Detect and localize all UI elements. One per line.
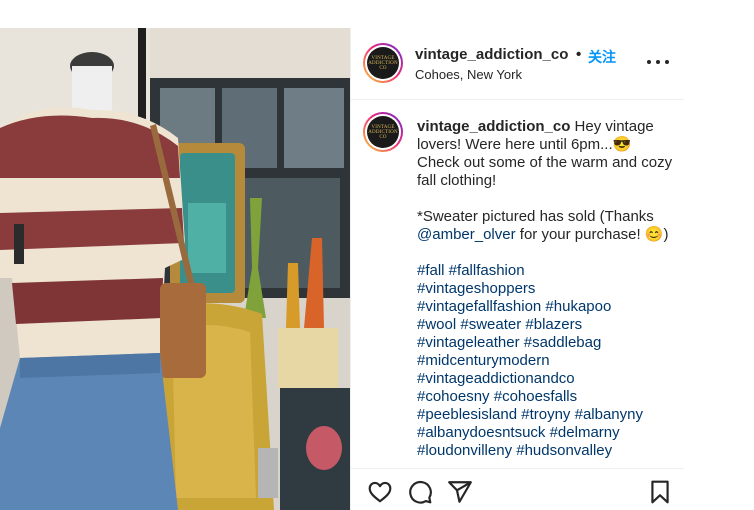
heart-icon[interactable]: [367, 479, 393, 505]
send-icon[interactable]: [447, 479, 473, 505]
post-username[interactable]: vintage_addiction_co: [415, 46, 568, 63]
comment-icon[interactable]: [407, 479, 433, 505]
post-side-panel: VINTAGE ADDICTION CO vintage_addiction_c…: [350, 28, 685, 510]
caption-line2-prefix: *Sweater pictured has sold (Thanks: [417, 208, 654, 225]
hashtag-line[interactable]: #fall #fallfashion: [417, 262, 675, 280]
post-photo-image: [0, 28, 350, 510]
mention-link[interactable]: @amber_olver: [417, 226, 516, 243]
post-photo[interactable]: [0, 28, 350, 510]
follow-button[interactable]: 关注: [588, 47, 616, 67]
avatar-logo: VINTAGE ADDICTION CO: [367, 116, 399, 148]
more-dot: [647, 60, 651, 64]
caption-area: VINTAGE ADDICTION CO vintage_addiction_c…: [351, 100, 685, 468]
caption-avatar[interactable]: VINTAGE ADDICTION CO: [363, 112, 403, 152]
hashtag-line[interactable]: #midcenturymodern: [417, 352, 675, 370]
more-dot: [665, 60, 669, 64]
bookmark-icon[interactable]: [647, 479, 673, 505]
more-dot: [656, 60, 660, 64]
avatar-logo-text: VINTAGE ADDICTION CO: [368, 124, 398, 140]
instagram-post-view: VINTAGE ADDICTION CO vintage_addiction_c…: [0, 0, 754, 510]
separator-dot: •: [576, 46, 582, 63]
caption-username[interactable]: vintage_addiction_co: [417, 118, 570, 135]
caption-gap: [417, 190, 675, 208]
more-icon[interactable]: [647, 52, 669, 72]
avatar-ring: VINTAGE ADDICTION CO: [365, 114, 401, 150]
caption-gap: [417, 244, 675, 262]
hashtag-line[interactable]: #albanydoesntsuck #delmarny: [417, 424, 675, 442]
hashtag-line[interactable]: #loudonvilleny #hudsonvalley: [417, 442, 675, 460]
hashtag-line[interactable]: #peeblesisland #troyny #albanyny: [417, 406, 675, 424]
avatar[interactable]: VINTAGE ADDICTION CO: [363, 43, 403, 83]
caption-second-paragraph: *Sweater pictured has sold (Thanks @ambe…: [417, 208, 675, 244]
top-strip: [0, 0, 754, 28]
post-header: VINTAGE ADDICTION CO vintage_addiction_c…: [351, 28, 685, 100]
hashtag-line[interactable]: #vintagefallfashion #hukapoo: [417, 298, 675, 316]
hashtag-line[interactable]: #vintageshoppers: [417, 280, 675, 298]
hashtag-line[interactable]: #vintageleather #saddlebag: [417, 334, 675, 352]
hashtag-list: #fall #fallfashion #vintageshoppers #vin…: [417, 262, 675, 460]
avatar-logo: VINTAGE ADDICTION CO: [367, 47, 399, 79]
hashtag-line[interactable]: #wool #sweater #blazers: [417, 316, 675, 334]
action-bar: [351, 468, 685, 510]
avatar-logo-text: VINTAGE ADDICTION CO: [368, 55, 398, 71]
post-location[interactable]: Cohoes, New York: [415, 67, 522, 82]
caption-line2-suffix: for your purchase! 😊): [515, 226, 669, 243]
caption-first-paragraph: vintage_addiction_co Hey vintage lovers!…: [417, 118, 675, 190]
right-gutter: [684, 28, 754, 510]
caption-text: vintage_addiction_co Hey vintage lovers!…: [417, 118, 675, 460]
hashtag-line[interactable]: #cohoesny #cohoesfalls: [417, 388, 675, 406]
avatar-ring: VINTAGE ADDICTION CO: [365, 45, 401, 81]
hashtag-line[interactable]: #vintageaddictionandco: [417, 370, 675, 388]
